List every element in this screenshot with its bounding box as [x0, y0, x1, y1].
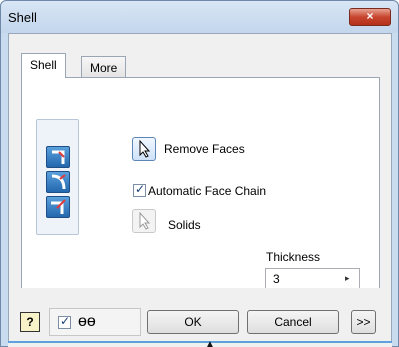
- shell-dialog: Shell × Shell More Remove Faces ✓ Automa…: [0, 0, 399, 347]
- check-icon: ✓: [135, 182, 146, 196]
- more-options-button[interactable]: >>: [351, 310, 376, 334]
- remove-faces-label: Remove Faces: [164, 142, 245, 156]
- thickness-label: Thickness: [266, 250, 321, 264]
- automatic-face-chain-checkbox[interactable]: ✓: [133, 182, 146, 197]
- remove-faces-button[interactable]: [132, 137, 156, 161]
- close-button[interactable]: ×: [349, 8, 391, 26]
- thickness-input[interactable]: 3 ▸: [265, 268, 360, 290]
- ok-button[interactable]: OK: [147, 310, 239, 334]
- cursor-arrow-icon: [139, 211, 151, 230]
- title-bar[interactable]: Shell ×: [1, 1, 398, 33]
- close-icon: ×: [366, 9, 374, 23]
- shell-panel: Remove Faces ✓ Automatic Face Chain Soli…: [21, 77, 380, 290]
- dialog-body: Shell More Remove Faces ✓ Automatic Face…: [8, 33, 392, 341]
- solids-button[interactable]: [132, 209, 156, 233]
- tab-shell[interactable]: Shell: [21, 53, 66, 78]
- dialog-footer: ? ✓ ɵɵ OK Cancel >>: [9, 288, 391, 341]
- cursor-arrow-icon: [139, 139, 151, 158]
- dialog-expander[interactable]: ▲: [8, 339, 392, 347]
- thickness-spin-arrow-icon[interactable]: ▸: [345, 273, 350, 284]
- solids-label: Solids: [168, 218, 201, 232]
- shell-inside-icon: [52, 150, 65, 164]
- shell-both-icon: [51, 199, 66, 214]
- thickness-value: 3: [273, 272, 280, 286]
- shell-outside-icon: [51, 174, 66, 190]
- preview-checkbox[interactable]: ✓: [58, 314, 71, 329]
- window-title: Shell: [8, 10, 37, 25]
- shell-inside-button[interactable]: [46, 146, 70, 168]
- expand-arrow-icon[interactable]: ▲: [205, 339, 215, 347]
- automatic-face-chain-label: Automatic Face Chain: [148, 184, 267, 198]
- face-direction-group: [36, 119, 79, 235]
- shell-outside-button[interactable]: [46, 171, 70, 193]
- cancel-button[interactable]: Cancel: [247, 310, 339, 334]
- help-button[interactable]: ?: [20, 312, 40, 332]
- tab-more[interactable]: More: [81, 56, 127, 78]
- help-icon: ?: [26, 315, 34, 329]
- glasses-icon[interactable]: ɵɵ: [78, 313, 96, 331]
- check-icon: ✓: [60, 314, 71, 328]
- preview-toggle-group: ✓ ɵɵ: [49, 308, 141, 336]
- shell-both-button[interactable]: [46, 196, 70, 218]
